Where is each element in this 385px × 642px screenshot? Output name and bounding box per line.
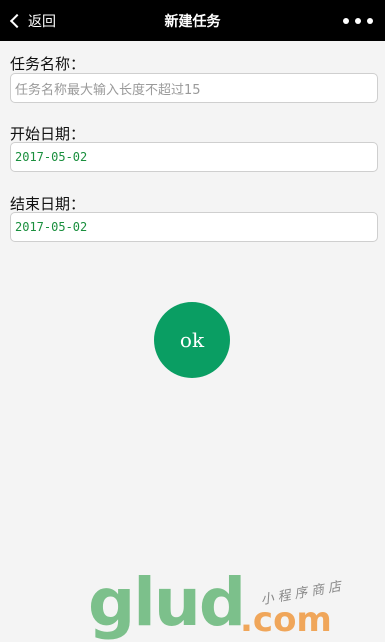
end-date-picker[interactable]: 2017-05-02	[10, 212, 378, 242]
end-date-label: 结束日期：	[10, 195, 86, 213]
watermark-logo: glud .com 小程序商店	[88, 564, 378, 641]
task-name-input[interactable]: 任务名称最大输入长度不超过15	[10, 73, 378, 103]
start-date-label: 开始日期：	[10, 125, 86, 143]
chevron-left-icon	[9, 13, 25, 28]
start-date-picker[interactable]: 2017-05-02	[10, 142, 378, 172]
ok-button[interactable]: ok	[154, 302, 230, 378]
back-button[interactable]: 返回	[8, 0, 56, 41]
watermark-logo-main: glud	[88, 564, 246, 641]
back-label: 返回	[28, 13, 56, 30]
watermark-logo-suffix: .com	[240, 600, 332, 640]
task-name-label: 任务名称：	[10, 55, 86, 73]
navigation-bar: 返回 新建任务	[0, 0, 385, 41]
more-dots-icon[interactable]	[343, 0, 373, 41]
page-title: 新建任务	[164, 13, 221, 30]
